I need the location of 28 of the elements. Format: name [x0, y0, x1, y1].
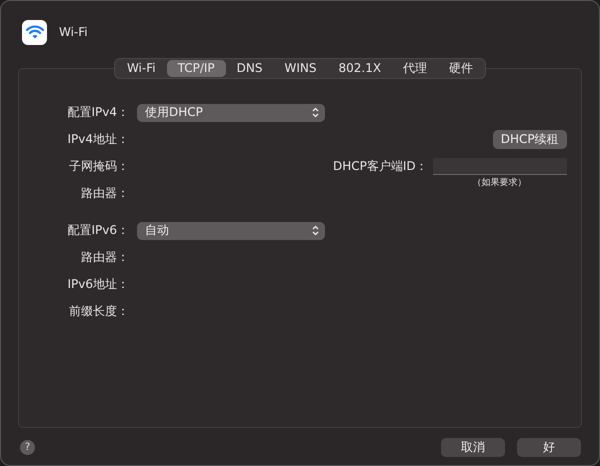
tab[interactable]: 代理: [392, 60, 438, 77]
field-label: 前缀长度：: [68, 303, 129, 320]
field-label: 子网掩码：: [68, 158, 129, 175]
tab[interactable]: Wi-Fi: [116, 60, 167, 77]
chevron-updown-icon: [312, 107, 319, 118]
config-dropdown[interactable]: 使用DHCP: [137, 104, 325, 122]
config-label: 配置IPv6：: [66, 222, 129, 239]
tab[interactable]: TCP/IP: [166, 60, 226, 77]
tab[interactable]: WINS: [273, 60, 328, 77]
window-title: Wi-Fi: [59, 25, 88, 39]
help-button[interactable]: ?: [20, 440, 35, 455]
tab[interactable]: DNS: [226, 60, 274, 77]
wifi-icon: [22, 20, 47, 44]
dialog-button[interactable]: 取消: [441, 438, 505, 457]
client-id-label: DHCP客户端ID：: [333, 158, 428, 175]
client-id-hint: （如果要求）: [472, 176, 528, 189]
config-dropdown[interactable]: 自动: [137, 222, 325, 240]
dialog-button[interactable]: 好: [517, 438, 581, 457]
field-label: IPv4地址：: [66, 131, 129, 148]
tab[interactable]: 802.1X: [327, 60, 392, 77]
chevron-updown-icon: [312, 225, 319, 236]
tab[interactable]: 硬件: [438, 60, 484, 77]
client-id-field[interactable]: [432, 158, 567, 175]
config-label: 配置IPv4：: [66, 104, 129, 121]
field-label: 路由器：: [80, 249, 129, 266]
field-label: IPv6地址：: [66, 276, 129, 293]
dhcp-renew-button[interactable]: DHCP续租: [492, 130, 567, 149]
field-label: 路由器：: [80, 185, 129, 202]
